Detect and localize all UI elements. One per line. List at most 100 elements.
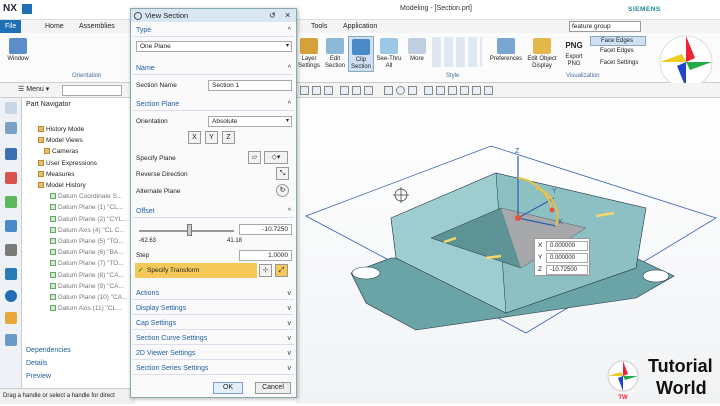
snap-icon-8[interactable]: [472, 86, 481, 95]
plane-z-button[interactable]: Z: [222, 131, 235, 144]
name-section-header[interactable]: Name ^: [133, 63, 294, 75]
type-dropdown[interactable]: One Plane ▾: [136, 41, 292, 52]
section-plane-header[interactable]: Section Plane ^: [133, 99, 294, 111]
triad-origin[interactable]: [515, 215, 521, 221]
save-icon[interactable]: [22, 4, 32, 14]
step-value-field[interactable]: 1.0000: [239, 250, 292, 261]
collapsed-section-header[interactable]: Cap Settings v: [133, 318, 294, 330]
search-input[interactable]: feature group: [569, 21, 641, 32]
cancel-button[interactable]: Cancel: [255, 382, 291, 394]
navigator-item[interactable]: Model History: [38, 182, 86, 189]
section-name-field[interactable]: Section 1: [208, 80, 292, 91]
alternate-plane-icon[interactable]: ↻: [276, 184, 289, 197]
navigator-item[interactable]: Datum Plane (2) "CYL...: [50, 215, 128, 223]
constraint-navigator-icon[interactable]: [5, 148, 17, 160]
palette-icon[interactable]: [5, 312, 17, 324]
clock-icon[interactable]: [5, 290, 17, 302]
ok-button[interactable]: OK: [213, 382, 243, 394]
navigator-item[interactable]: Datum Plane (8) "CA...: [50, 271, 124, 279]
more-button[interactable]: More: [405, 38, 429, 63]
tab-application[interactable]: Application: [338, 20, 382, 33]
navigator-item[interactable]: History Mode: [38, 126, 84, 133]
offset-slider-thumb[interactable]: [187, 224, 192, 236]
layer-settings-button[interactable]: Layer Settings: [296, 38, 322, 70]
line-icon-1[interactable]: [340, 86, 349, 95]
web-browser-icon[interactable]: [5, 220, 17, 232]
checkbox-icon[interactable]: [50, 204, 56, 211]
edit-object-display-button[interactable]: Edit Object Display: [526, 38, 558, 70]
navigator-item[interactable]: Datum Axis (4) "CL C...: [50, 226, 125, 234]
tab-tools[interactable]: Tools: [306, 20, 332, 33]
navigator-item[interactable]: User Expressions: [38, 159, 97, 167]
checkbox-icon[interactable]: [50, 193, 56, 200]
edit-section-button[interactable]: Edit Section: [322, 38, 348, 70]
checkbox-icon[interactable]: [50, 215, 56, 222]
plane-select-icon[interactable]: ▱: [248, 151, 261, 164]
preferences-button[interactable]: Preferences: [488, 38, 524, 63]
tab-file[interactable]: File: [0, 20, 22, 33]
window-button[interactable]: Window: [4, 38, 32, 63]
checkbox-icon[interactable]: [50, 294, 56, 300]
navigator-item[interactable]: Datum Plane (7) "TO...: [50, 260, 124, 267]
tab-assemblies[interactable]: Assemblies: [74, 20, 120, 33]
snap-icon-7[interactable]: [460, 86, 469, 95]
snap-icon-1[interactable]: [384, 86, 393, 95]
plane-y-button[interactable]: Y: [205, 131, 218, 144]
navigator-item[interactable]: Model Views: [38, 137, 83, 144]
navigator-item[interactable]: Datum Coordinate S...: [50, 193, 122, 200]
gear-icon[interactable]: [134, 12, 142, 20]
navigator-item[interactable]: Datum Axis (11) "CL...: [50, 305, 122, 312]
roles-icon[interactable]: [5, 334, 17, 346]
collapsed-section-header[interactable]: 2D Viewer Settings v: [133, 348, 294, 360]
part-navigator-icon[interactable]: [5, 172, 17, 184]
csys-dialog-icon[interactable]: ⊹: [259, 264, 272, 277]
collapsed-section-header[interactable]: Section Series Settings v: [133, 363, 294, 375]
see-thru-button[interactable]: See-Thru All: [375, 38, 403, 70]
checkbox-icon[interactable]: [50, 260, 56, 267]
navigator-item[interactable]: Datum Plane (1) "CL...: [50, 204, 123, 211]
navigator-item[interactable]: Datum Plane (6) "BA...: [50, 249, 124, 256]
triad-handle-point[interactable]: [549, 207, 555, 213]
plane-x-button[interactable]: X: [188, 131, 201, 144]
navigator-item[interactable]: Cameras: [44, 148, 78, 155]
csys-options-icon[interactable]: ⤢: [275, 264, 288, 277]
snap-icon-5[interactable]: [436, 86, 445, 95]
snap-icon-3[interactable]: [408, 86, 417, 95]
navigator-item[interactable]: Datum Plane (10) "CA...: [50, 294, 128, 301]
checkbox-icon[interactable]: [50, 238, 56, 244]
y-coordinate-field[interactable]: 0.000000: [546, 253, 588, 263]
navigator-item[interactable]: Datum Plane (5) "TO...: [50, 238, 124, 245]
offset-value-field[interactable]: -10.7250: [239, 224, 292, 235]
x-coordinate-field[interactable]: 0.000000: [546, 241, 588, 251]
menu-button[interactable]: ☰ Menu ▾: [18, 85, 49, 93]
reverse-direction-icon[interactable]: ⤡: [276, 167, 289, 180]
snap-icon-4[interactable]: [424, 86, 433, 95]
style-gallery[interactable]: [432, 37, 482, 67]
view-icon-2[interactable]: [312, 86, 321, 95]
clip-section-button[interactable]: Clip Section: [348, 36, 374, 72]
checkbox-icon[interactable]: [50, 249, 56, 256]
export-png-button[interactable]: PNG Export PNG: [560, 38, 588, 68]
line-icon-2[interactable]: [352, 86, 361, 95]
selection-filter-dropdown[interactable]: [62, 85, 122, 96]
facet-settings-button[interactable]: Facet Settings: [590, 60, 638, 66]
checkbox-icon[interactable]: [50, 305, 56, 312]
preview-panel[interactable]: Preview: [26, 373, 51, 380]
dependencies-panel[interactable]: Dependencies: [26, 347, 71, 354]
tab-home[interactable]: Home: [40, 20, 69, 33]
snap-icon-9[interactable]: [484, 86, 493, 95]
collapsed-section-header[interactable]: Actions v: [133, 288, 294, 300]
orientation-dropdown[interactable]: Absolute ▾: [208, 116, 292, 127]
gear-icon[interactable]: [5, 102, 17, 114]
navigator-item[interactable]: Measures: [38, 170, 75, 178]
collapsed-section-header[interactable]: Display Settings v: [133, 303, 294, 315]
specify-transform-row[interactable]: ✓ Specify Transform: [135, 263, 257, 278]
collapsed-section-header[interactable]: Section Curve Settings v: [133, 333, 294, 345]
navigator-item[interactable]: Datum Plane (9) "CA...: [50, 282, 124, 290]
view-icon-3[interactable]: [324, 86, 333, 95]
z-coordinate-field[interactable]: -10.72500: [546, 265, 588, 275]
history-icon[interactable]: [5, 244, 17, 256]
reset-icon[interactable]: ↺: [269, 11, 276, 20]
offset-section-header[interactable]: Offset ^: [133, 206, 294, 218]
checkbox-icon[interactable]: [50, 226, 56, 233]
